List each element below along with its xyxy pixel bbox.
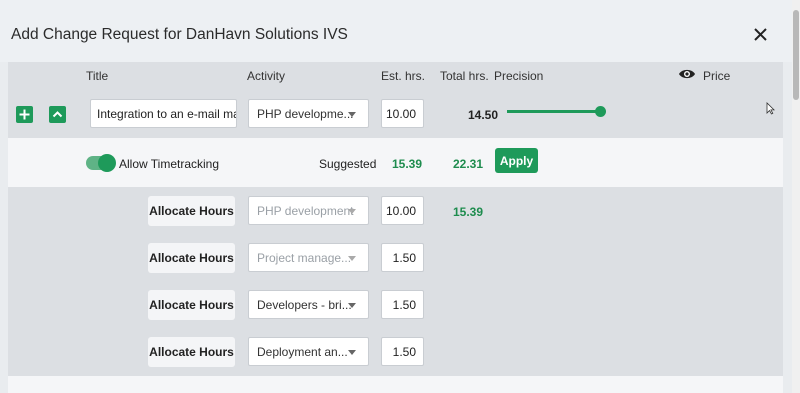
column-precision: Precision [494, 69, 544, 83]
task-est-hrs-input[interactable]: 10.00 [381, 99, 424, 128]
task-title-input[interactable]: Integration to an e-mail marketi [90, 99, 237, 128]
allocation-activity-select: Project manage... [248, 243, 369, 272]
dialog-title: Add Change Request for DanHavn Solutions… [11, 26, 348, 43]
caret-down-icon [348, 303, 356, 308]
next-section-strip [8, 376, 783, 393]
scrollbar-thumb[interactable] [793, 10, 799, 100]
close-icon [754, 28, 767, 41]
apply-button[interactable]: Apply [495, 148, 538, 173]
suggested-label: Suggested [319, 157, 377, 171]
caret-down-icon [348, 256, 356, 261]
allocation-hours-input[interactable]: 1.50 [381, 337, 424, 366]
caret-down-icon [348, 350, 356, 355]
column-title: Title [86, 69, 109, 83]
allocation-activity-value: PHP development [257, 203, 354, 218]
suggested-est-hrs: 15.39 [392, 157, 423, 171]
plus-icon [19, 109, 30, 120]
allocation-suggested-hrs: 15.39 [453, 205, 484, 219]
chevron-up-icon [52, 111, 63, 118]
allocation-activity-value: Developers - bri... [257, 297, 352, 312]
close-button[interactable] [750, 24, 772, 46]
task-total-hrs: 14.50 [468, 108, 499, 122]
allocate-hours-button[interactable]: Allocate Hours [148, 337, 235, 367]
allocate-hours-button[interactable]: Allocate Hours [148, 290, 235, 320]
allocation-activity-value: Deployment an... [257, 344, 348, 359]
dialog-header: Add Change Request for DanHavn Solutions… [0, 0, 792, 62]
eye-icon [679, 69, 695, 79]
add-row-button[interactable] [16, 106, 33, 123]
allocation-hours-input[interactable]: 10.00 [381, 196, 424, 225]
toggle-knob [98, 154, 116, 172]
collapse-row-button[interactable] [49, 106, 66, 123]
allocation-hours-input[interactable]: 1.50 [381, 290, 424, 319]
task-activity-select[interactable]: PHP developme... [248, 99, 369, 128]
column-est-hrs: Est. hrs. [381, 69, 426, 83]
change-request-dialog: Add Change Request for DanHavn Solutions… [0, 0, 792, 393]
timetracking-toggle[interactable] [86, 154, 116, 172]
suggested-total-hrs: 22.31 [453, 157, 484, 171]
allocation-activity-value: Project manage... [257, 250, 352, 265]
allocation-activity-select: PHP development [248, 196, 369, 225]
mouse-cursor-icon [766, 102, 775, 120]
column-total-hrs: Total hrs. [440, 69, 489, 83]
page-scrollbar[interactable] [792, 0, 800, 393]
allocation-activity-select[interactable]: Developers - bri... [248, 290, 369, 319]
caret-down-icon [348, 112, 356, 117]
allocate-hours-button[interactable]: Allocate Hours [148, 196, 235, 226]
task-activity-value: PHP developme... [257, 106, 354, 121]
allocation-hours-input[interactable]: 1.50 [381, 243, 424, 272]
caret-down-icon [348, 209, 356, 214]
timetracking-label: Allow Timetracking [119, 157, 220, 171]
allocate-hours-button[interactable]: Allocate Hours [148, 243, 235, 273]
precision-slider-track[interactable] [507, 110, 601, 113]
precision-slider-handle[interactable] [595, 106, 606, 117]
price-visibility-toggle[interactable] [678, 67, 696, 81]
allocation-activity-select[interactable]: Deployment an... [248, 337, 369, 366]
column-activity: Activity [247, 69, 286, 83]
column-price: Price [703, 69, 731, 83]
